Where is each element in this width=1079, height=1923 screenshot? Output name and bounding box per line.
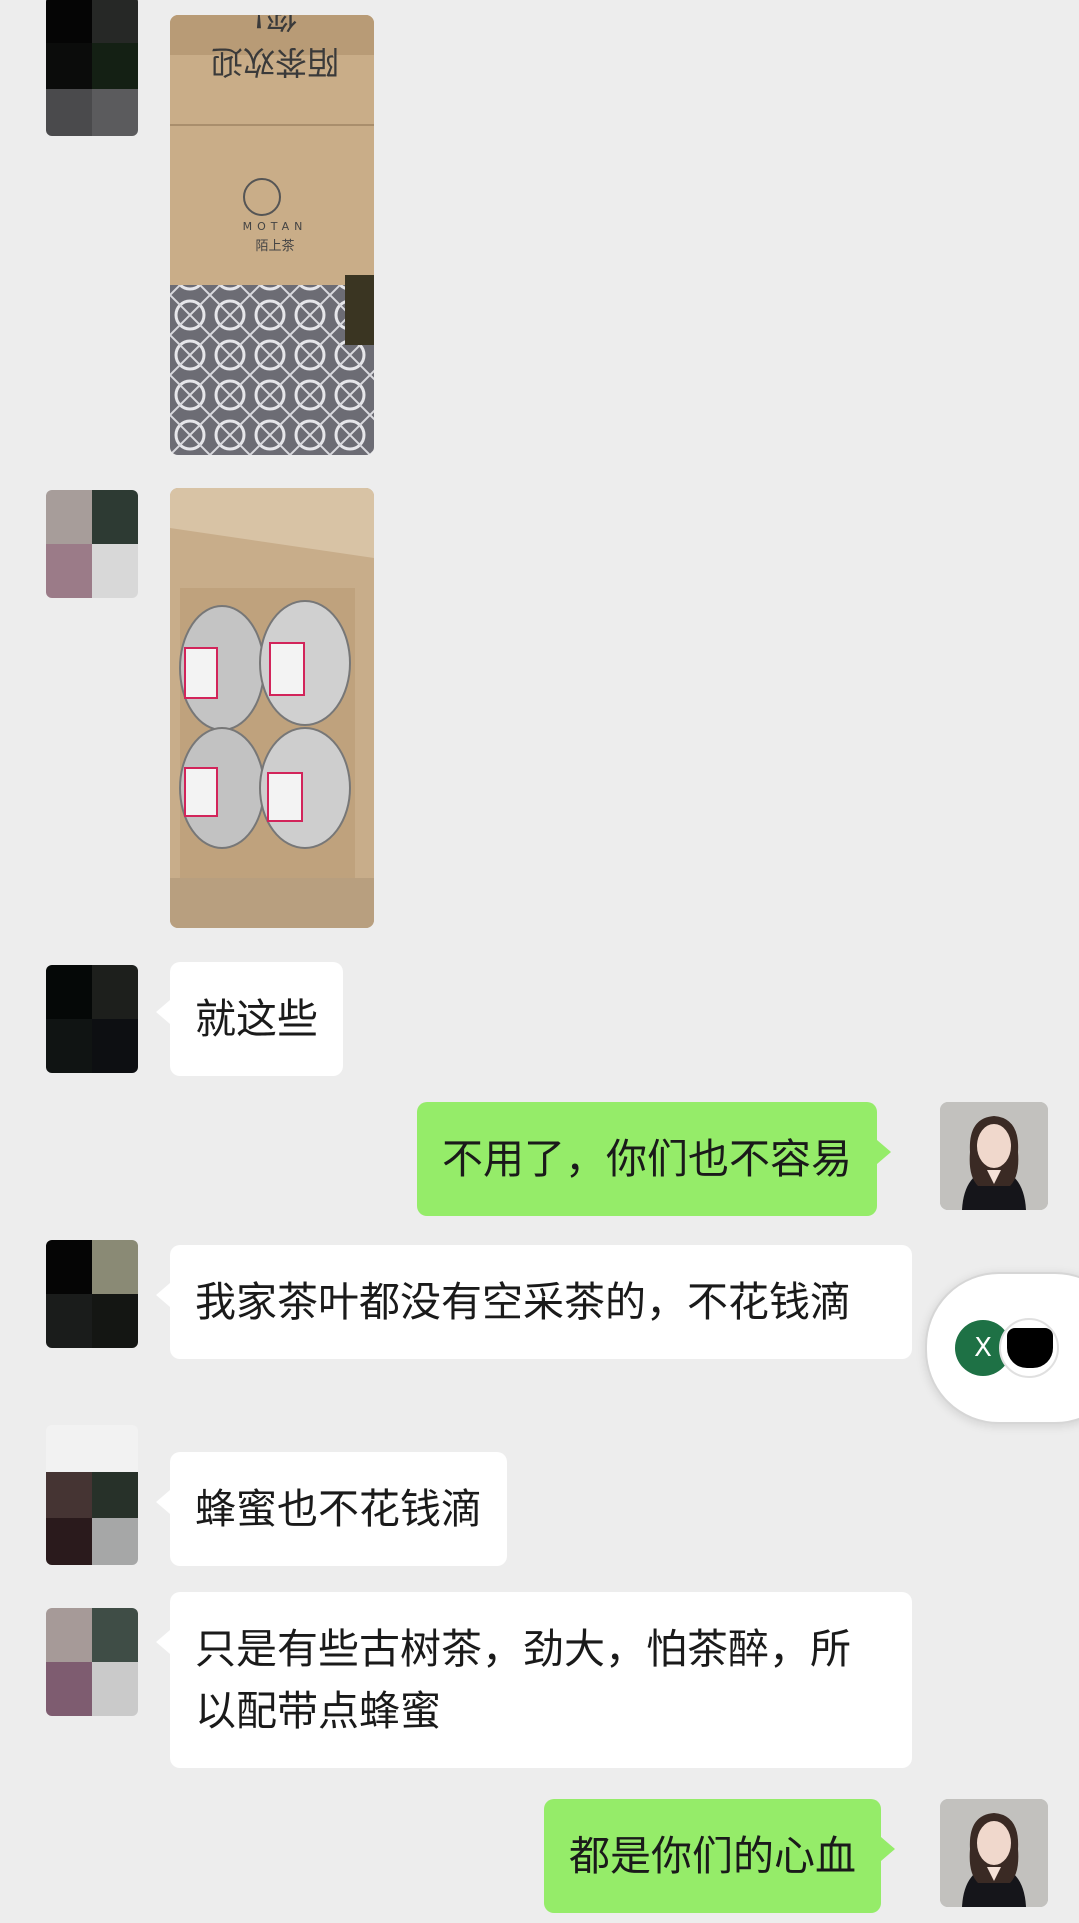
message-bubble-outgoing[interactable]: 都是你们的心血 bbox=[544, 1799, 895, 1913]
image-photo-icon bbox=[170, 488, 374, 928]
contact-avatar[interactable] bbox=[46, 490, 138, 598]
box-brand-label: MOTAN bbox=[242, 220, 308, 233]
excel-badge-label: X bbox=[974, 1333, 992, 1363]
message-text: 不用了，你们也不容易 bbox=[442, 1135, 852, 1183]
message-bubble-incoming[interactable]: 蜂蜜也不花钱滴 bbox=[156, 1452, 507, 1566]
contact-avatar[interactable] bbox=[46, 965, 138, 1073]
contact-avatar[interactable] bbox=[46, 1240, 138, 1348]
box-logo-cn: 陌上茶 bbox=[255, 239, 295, 254]
message-text: 我家茶叶都没有空采茶的，不花钱滴 bbox=[195, 1278, 851, 1326]
message-bubble-incoming[interactable]: 我家茶叶都没有空采茶的，不花钱滴 bbox=[156, 1245, 912, 1359]
contact-avatar[interactable] bbox=[46, 1608, 138, 1716]
message-bubble-outgoing[interactable]: 不用了，你们也不容易 bbox=[417, 1102, 891, 1216]
my-avatar[interactable] bbox=[940, 1799, 1048, 1907]
user-portrait-icon bbox=[940, 1102, 1048, 1210]
floating-minimized-window[interactable]: X bbox=[925, 1272, 1079, 1424]
user-portrait-icon bbox=[940, 1799, 1048, 1907]
contact-avatar[interactable] bbox=[46, 0, 138, 136]
message-text: 只是有些古树茶，劲大，怕茶醉，所以配带点蜂蜜 bbox=[195, 1625, 851, 1735]
my-avatar[interactable] bbox=[940, 1102, 1048, 1210]
box-top-text: 陌茶欢迎您! bbox=[211, 15, 340, 81]
message-text: 都是你们的心血 bbox=[569, 1832, 856, 1880]
contact-avatar-small bbox=[999, 1318, 1059, 1378]
chat-image-box-closed[interactable]: 陌茶欢迎您! MOTAN 陌上茶 bbox=[170, 15, 374, 455]
message-text: 就这些 bbox=[195, 995, 318, 1043]
chat-image-box-open[interactable] bbox=[170, 488, 374, 928]
message-bubble-incoming[interactable]: 就这些 bbox=[156, 962, 343, 1076]
message-text: 蜂蜜也不花钱滴 bbox=[195, 1485, 482, 1533]
contact-avatar[interactable] bbox=[46, 1425, 138, 1565]
message-bubble-incoming[interactable]: 只是有些古树茶，劲大，怕茶醉，所以配带点蜂蜜 bbox=[156, 1592, 912, 1768]
